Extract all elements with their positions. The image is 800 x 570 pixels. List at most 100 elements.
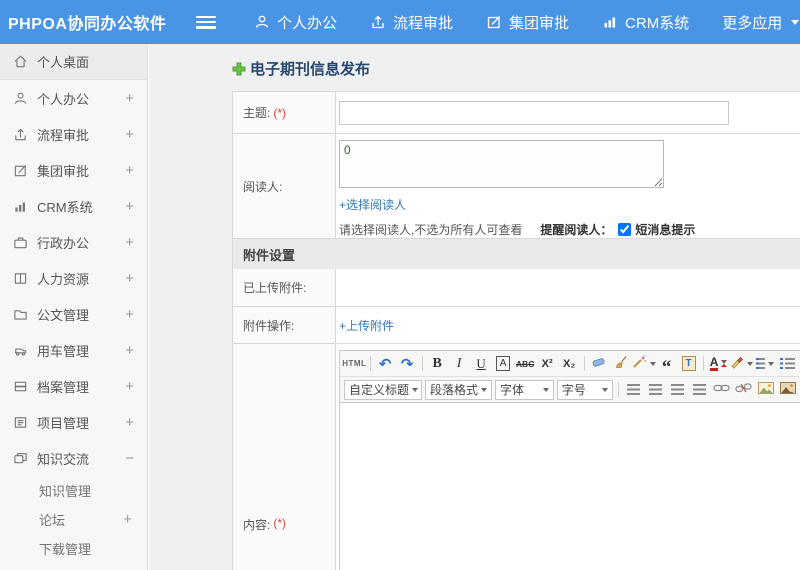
choose-readers-link[interactable]: +选择阅读人 [339,196,406,213]
app-logo[interactable]: PHPOA协同办公软件 [0,10,196,34]
required-marker: (*) [273,105,287,120]
upload-attachment-link[interactable]: +上传附件 [339,317,394,334]
expand-plus-icon[interactable]: + [125,198,134,215]
required-marker: (*) [273,516,287,530]
highlighter-icon [729,355,744,372]
clean-format-button[interactable] [611,354,632,374]
magic-wand-icon [632,355,647,372]
chevron-down-icon [649,361,656,366]
chevron-down-icon [412,387,419,392]
top-nav: 个人办公 流程审批 集团审批 CRM系统 更多应用 [254,12,800,33]
sidebar-subitem-public-file-cabinet[interactable]: 公共文件柜 [0,563,147,570]
chevron-down-icon [747,361,754,366]
sidebar-item-document-management[interactable]: 公文管理 + [0,296,147,332]
expand-plus-icon[interactable]: + [125,126,134,143]
expand-plus-icon[interactable]: + [125,234,134,251]
autotypeset-button[interactable] [632,354,656,374]
subject-label: 主题: (*) [233,92,336,133]
nav-personal-office[interactable]: 个人办公 [254,12,337,33]
chevron-down-icon [721,360,728,367]
align-center-button[interactable] [645,380,666,400]
sidebar: 个人桌面 个人办公 + 流程审批 + 集团审批 + CRM系统 + 行政办公 +… [0,44,148,570]
align-right-button[interactable] [667,380,688,400]
highlight-color-button[interactable] [729,354,754,374]
blockquote-button[interactable]: “ [656,354,677,376]
user-icon [254,14,270,30]
template-button[interactable]: T [678,354,699,374]
sidebar-item-project-management[interactable]: 项目管理 + [0,404,147,440]
bar-chart-icon [602,14,618,30]
insert-image-button[interactable] [755,380,776,400]
hamburger-menu-icon[interactable] [196,15,216,29]
sms-remind-checkbox[interactable] [618,223,632,236]
font-size-select[interactable]: 字号 [556,379,613,400]
expand-plus-icon[interactable]: + [125,162,134,179]
heading-select[interactable]: 自定义标题 [344,379,422,400]
readers-textarea[interactable]: 0 [339,140,664,188]
nav-more-apps[interactable]: 更多应用 [722,12,800,33]
unordered-list-button[interactable] [777,354,798,374]
sidebar-subitem-download-management[interactable]: 下载管理 [0,534,147,563]
subject-input[interactable] [339,100,729,125]
sidebar-item-admin-office[interactable]: 行政办公 + [0,224,147,260]
strikethrough-button[interactable]: ABC [515,354,536,374]
align-left-button[interactable] [623,380,644,400]
sidebar-subitem-forum[interactable]: 论坛 + [0,505,147,534]
sidebar-item-personal-desktop[interactable]: 个人桌面 [0,44,147,80]
sidebar-item-vehicle-management[interactable]: 用车管理 + [0,332,147,368]
expand-plus-icon[interactable]: + [125,90,134,107]
chevron-down-icon [767,361,774,366]
underline-button[interactable]: U [471,354,492,374]
justify-button[interactable] [689,380,710,400]
book-icon [13,271,28,286]
expand-plus-icon[interactable]: + [125,414,134,431]
editor-content-area[interactable] [340,403,800,570]
sidebar-item-crm-system[interactable]: CRM系统 + [0,188,147,224]
readers-row: 阅读人: 0 +选择阅读人 请选择阅读人,不选为所有人可查看 提醒阅读人： 短消… [233,134,800,239]
remove-format-button[interactable] [589,354,610,374]
sidebar-item-personal-office[interactable]: 个人办公 + [0,80,147,116]
collapse-minus-icon[interactable]: − [125,450,134,467]
publish-form: 主题: (*) 阅读人: 0 +选择阅读人 请选择阅读人,不选为所有人可查看 提… [232,91,800,570]
html-source-button[interactable]: HTML [342,354,366,374]
expand-plus-icon[interactable]: + [125,342,134,359]
font-color-button[interactable]: A [708,354,729,374]
user-icon [13,91,28,106]
unlink-icon [735,382,752,397]
page-title: 电子期刊信息发布 [232,58,800,79]
undo-button[interactable]: ↶ [375,354,396,374]
font-style-button[interactable]: A [493,354,514,374]
layers-icon [13,451,28,466]
bold-button[interactable]: B [427,354,448,374]
nav-workflow-approval[interactable]: 流程审批 [370,12,453,33]
redo-button[interactable]: ↷ [397,354,418,374]
sidebar-item-archive-management[interactable]: 档案管理 + [0,368,147,404]
paragraph-format-select[interactable]: 段落格式 [425,379,493,400]
uploaded-attachments-row: 已上传附件: [233,269,800,307]
subscript-button[interactable]: X₂ [559,354,580,374]
insert-link-button[interactable] [711,380,732,400]
sidebar-subitem-knowledge-management[interactable]: 知识管理 [0,476,147,505]
expand-plus-icon[interactable]: + [123,511,132,528]
sidebar-item-group-approval[interactable]: 集团审批 + [0,152,147,188]
expand-plus-icon[interactable]: + [125,378,134,395]
expand-plus-icon[interactable]: + [125,270,134,287]
archive-icon [13,379,28,394]
italic-button[interactable]: I [449,354,470,374]
insert-media-button[interactable] [777,380,798,400]
justify-icon [693,384,706,395]
nav-crm-system[interactable]: CRM系统 [602,12,689,33]
sidebar-item-human-resources[interactable]: 人力资源 + [0,260,147,296]
edit-icon [13,163,28,178]
home-icon [13,54,28,69]
sidebar-item-workflow-approval[interactable]: 流程审批 + [0,116,147,152]
nav-group-approval[interactable]: 集团审批 [486,12,569,33]
broom-icon [614,355,629,372]
folder-icon [13,307,28,322]
font-family-select[interactable]: 字体 [495,379,554,400]
ordered-list-button[interactable] [754,354,776,374]
superscript-button[interactable]: X² [537,354,558,374]
sidebar-item-knowledge-exchange[interactable]: 知识交流 − [0,440,147,476]
expand-plus-icon[interactable]: + [125,306,134,323]
remove-link-button[interactable] [733,380,754,400]
